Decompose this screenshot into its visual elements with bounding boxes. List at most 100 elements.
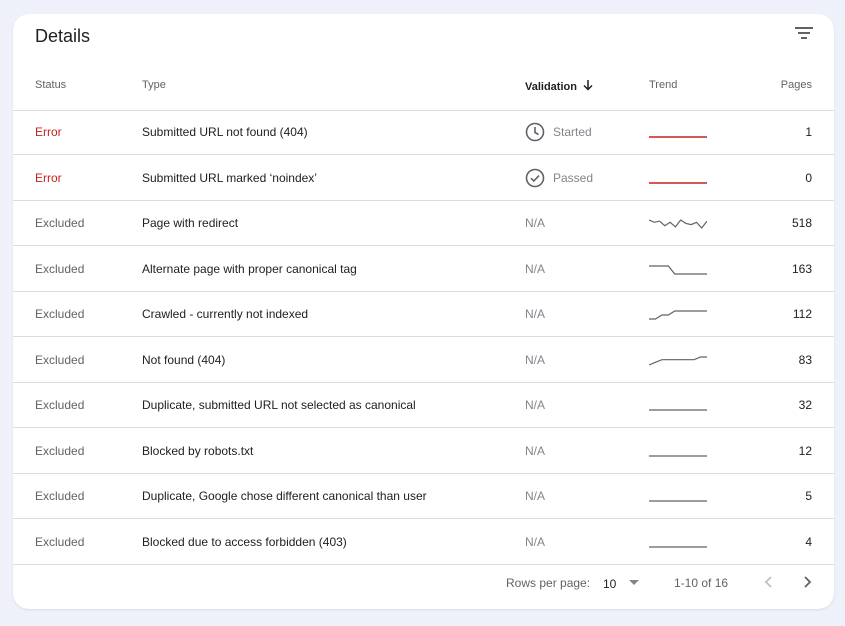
column-header-pages[interactable]: Pages (781, 78, 812, 92)
row-trend (649, 201, 707, 245)
row-pages: 5 (805, 489, 812, 503)
table-row[interactable]: Excluded Crawled - currently not indexed N… (13, 292, 834, 337)
row-type: Submitted URL not found (404) (142, 125, 308, 139)
row-validation: Started (525, 110, 592, 154)
details-card: Details Status Type Validation Trend Pag… (13, 14, 834, 609)
row-type: Duplicate, Google chose different canoni… (142, 489, 427, 503)
row-status: Error (35, 170, 62, 185)
table-header: Status Type Validation Trend Pages (13, 62, 834, 111)
rows-per-page-value: 10 (603, 576, 617, 591)
row-trend (649, 155, 707, 200)
row-validation: N/A (525, 201, 545, 245)
filter-icon[interactable] (792, 24, 816, 44)
row-pages: 83 (798, 352, 812, 367)
sort-arrow-down-icon (581, 78, 595, 96)
trend-sparkline (649, 545, 707, 548)
column-header-status[interactable]: Status (35, 78, 66, 92)
row-validation: N/A (525, 428, 545, 473)
row-pages: 163 (791, 261, 812, 276)
table-row[interactable]: Excluded Page with redirect N/A 518 (13, 201, 834, 246)
row-validation: N/A (525, 337, 545, 382)
trend-sparkline (649, 500, 707, 502)
row-validation: N/A (525, 246, 545, 291)
row-status: Excluded (35, 261, 85, 276)
rows-per-page-label: Rows per page: (506, 576, 591, 590)
row-type: Duplicate, submitted URL not selected as… (142, 398, 416, 412)
row-status: Excluded (35, 216, 85, 230)
row-status: Excluded (35, 352, 85, 367)
row-pages: 32 (798, 398, 812, 412)
row-trend (649, 110, 707, 154)
row-validation-label: N/A (525, 261, 546, 276)
row-pages: 518 (791, 216, 812, 230)
row-type: Not found (404) (142, 352, 226, 367)
row-validation-label: N/A (525, 307, 546, 321)
table-row[interactable]: Excluded Duplicate, submitted URL not sel… (13, 383, 834, 428)
trend-line (649, 355, 707, 366)
row-status: Excluded (35, 398, 85, 412)
trend-sparkline (649, 219, 707, 229)
row-validation-label: N/A (525, 216, 546, 230)
trend-sparkline (649, 355, 707, 366)
row-trend (649, 246, 707, 291)
row-trend (649, 337, 707, 382)
rows-per-page-select[interactable]: 10 (603, 576, 640, 591)
pagination: Rows per page: 10 1-10 of 16 (13, 558, 834, 608)
row-trend (649, 383, 707, 427)
trend-sparkline (649, 264, 707, 275)
chevron-right-icon[interactable] (796, 571, 818, 593)
trend-sparkline (649, 181, 707, 184)
row-validation: N/A (525, 474, 545, 518)
check-circle-icon (525, 168, 545, 188)
row-validation: N/A (525, 292, 545, 336)
trend-sparkline (649, 310, 707, 320)
row-status: Excluded (35, 489, 85, 503)
card-title: Details (35, 26, 91, 46)
table-row[interactable]: Error Submitted URL marked ‘noindex’ Passe… (13, 155, 834, 201)
row-validation: N/A (525, 383, 545, 427)
table-row[interactable]: Excluded Alternate page with proper canon… (13, 246, 834, 292)
row-pages: 0 (805, 170, 812, 185)
trend-line (649, 310, 707, 320)
table-row[interactable]: Excluded Not found (404) N/A 83 (13, 337, 834, 383)
column-header-trend[interactable]: Trend (649, 78, 677, 92)
row-validation-label: N/A (525, 398, 546, 412)
row-validation-label: N/A (525, 489, 546, 503)
column-header-type[interactable]: Type (142, 78, 166, 92)
row-validation-label: Started (553, 125, 592, 139)
table-row[interactable]: Excluded Blocked by robots.txt N/A 12 (13, 428, 834, 474)
dropdown-arrow-icon (628, 576, 640, 591)
row-validation-label: Passed (553, 170, 594, 185)
row-status: Excluded (35, 307, 85, 321)
column-header-validation-label: Validation (525, 81, 577, 93)
trend-sparkline (649, 409, 707, 411)
row-pages: 12 (798, 443, 812, 458)
trend-sparkline (649, 136, 707, 138)
clock-icon (525, 122, 545, 142)
row-type: Crawled - currently not indexed (142, 307, 309, 321)
column-header-validation[interactable]: Validation (525, 78, 595, 96)
row-validation: Passed (525, 155, 593, 200)
chevron-left-icon[interactable] (758, 571, 780, 593)
table-row[interactable]: Error Submitted URL not found (404) Starte… (13, 110, 834, 155)
row-trend (649, 474, 707, 518)
pagination-range: 1-10 of 16 (674, 576, 729, 590)
row-type: Alternate page with proper canonical tag (142, 261, 357, 276)
row-status: Error (35, 125, 62, 139)
table-body: Error Submitted URL not found (404) Starte… (13, 110, 834, 565)
trend-line (649, 219, 707, 229)
row-validation-label: N/A (525, 534, 546, 549)
row-validation-label: N/A (525, 352, 546, 367)
row-pages: 112 (792, 307, 812, 321)
row-type: Submitted URL marked ‘noindex’ (142, 170, 317, 185)
row-status: Excluded (35, 443, 85, 458)
row-validation-label: N/A (525, 443, 546, 458)
row-trend (649, 292, 707, 336)
row-type: Blocked by robots.txt (142, 443, 254, 458)
row-pages: 1 (805, 125, 812, 139)
trend-sparkline (649, 454, 707, 457)
row-type: Page with redirect (142, 216, 239, 230)
table-row[interactable]: Excluded Duplicate, Google chose differen… (13, 474, 834, 519)
row-trend (649, 428, 707, 473)
trend-line (649, 264, 707, 275)
